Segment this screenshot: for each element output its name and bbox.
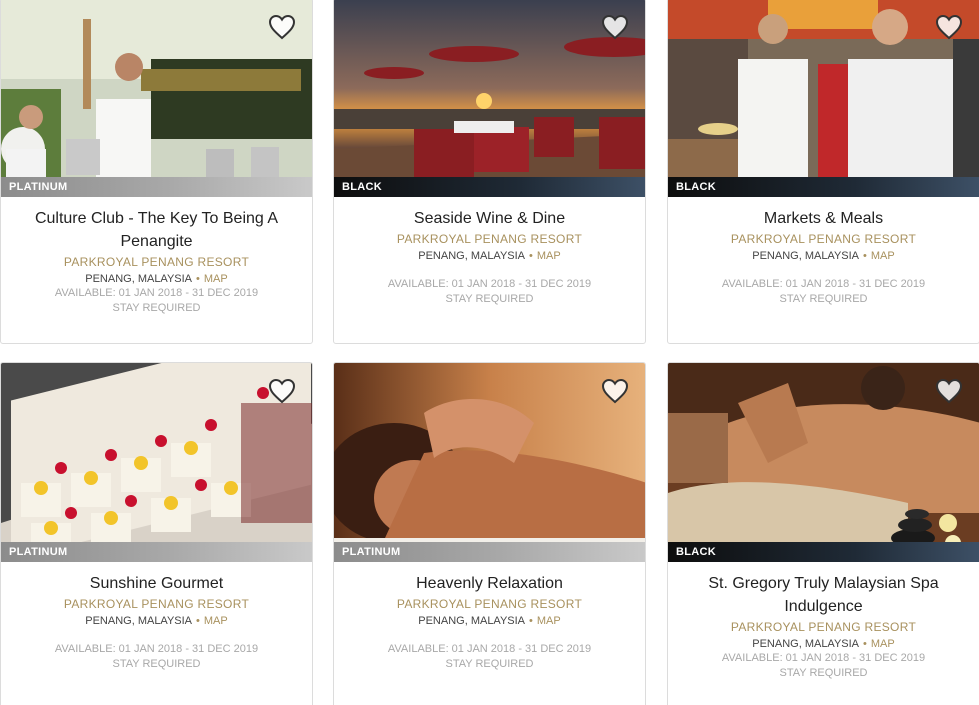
availability-text: AVAILABLE: 01 JAN 2018 - 31 DEC 2019 [387,643,592,655]
hotel-name: PARKROYAL PENANG RESORT [396,597,583,611]
stay-requirement: STAY REQUIRED [112,302,201,314]
sunset-dining-photo [334,0,645,197]
dessert-cakes-photo [1,363,312,562]
stay-requirement: STAY REQUIRED [779,293,868,305]
experience-card[interactable]: PLATINUM Heavenly Relaxation PARKROYAL P… [333,362,646,705]
card-photo[interactable]: PLATINUM [1,0,312,197]
availability-text: AVAILABLE: 01 JAN 2018 - 31 DEC 2019 [721,278,926,290]
tier-badge: PLATINUM [334,542,645,562]
tier-badge: BLACK [334,177,645,197]
location-line: PENANG, MALAYSIA • MAP [11,614,302,628]
separator-dot-icon: • [196,273,200,285]
experience-card[interactable]: BLACK Seaside Wine & Dine PARKROYAL PENA… [333,0,646,344]
availability-text: AVAILABLE: 01 JAN 2018 - 31 DEC 2019 [54,643,259,655]
favorite-heart-icon[interactable] [601,378,629,404]
separator-dot-icon: • [196,615,200,627]
experience-title[interactable]: Markets & Meals [678,207,969,230]
map-link[interactable]: MAP [537,250,561,262]
separator-dot-icon: • [863,638,867,650]
location-line: PENANG, MALAYSIA • MAP [344,614,635,628]
massage-photo [334,363,645,562]
map-link[interactable]: MAP [204,273,228,285]
card-photo[interactable]: BLACK [668,363,979,562]
map-link[interactable]: MAP [871,638,895,650]
location-line: PENANG, MALAYSIA • MAP [678,249,969,263]
hotel-name: PARKROYAL PENANG RESORT [63,597,250,611]
stay-requirement: STAY REQUIRED [445,293,534,305]
experience-title[interactable]: Seaside Wine & Dine [344,207,635,230]
card-photo[interactable]: BLACK [334,0,645,197]
card-photo[interactable]: PLATINUM [334,363,645,562]
favorite-heart-icon[interactable] [601,14,629,40]
tier-badge: BLACK [668,177,979,197]
experience-card[interactable]: BLACK Markets & Meals PARKROYAL PENANG R… [667,0,979,344]
stay-requirement: STAY REQUIRED [445,658,534,670]
tier-badge: PLATINUM [1,542,312,562]
favorite-heart-icon[interactable] [935,14,963,40]
availability-text: AVAILABLE: 01 JAN 2018 - 31 DEC 2019 [54,287,259,299]
hotel-name: PARKROYAL PENANG RESORT [730,620,917,634]
location-text: PENANG, MALAYSIA [418,250,526,262]
hotel-name: PARKROYAL PENANG RESORT [63,255,250,269]
hotel-name: PARKROYAL PENANG RESORT [396,232,583,246]
separator-dot-icon: • [529,250,533,262]
favorite-heart-icon[interactable] [268,378,296,404]
location-line: PENANG, MALAYSIA • MAP [344,249,635,263]
location-line: PENANG, MALAYSIA • MAP [11,272,302,286]
chef-pouring-tea-photo [1,0,312,197]
favorite-heart-icon[interactable] [268,14,296,40]
experience-card[interactable]: PLATINUM Sunshine Gourmet PARKROYAL PENA… [0,362,313,705]
stay-requirement: STAY REQUIRED [779,667,868,679]
separator-dot-icon: • [529,615,533,627]
tier-badge: BLACK [668,542,979,562]
experience-card[interactable]: BLACK St. Gregory Truly Malaysian Spa In… [667,362,979,705]
hotel-name: PARKROYAL PENANG RESORT [730,232,917,246]
location-line: PENANG, MALAYSIA • MAP [678,637,969,651]
separator-dot-icon: • [863,250,867,262]
market-chefs-photo [668,0,979,197]
experience-title[interactable]: St. Gregory Truly Malaysian Spa Indulgen… [678,572,969,618]
map-link[interactable]: MAP [537,615,561,627]
experience-title[interactable]: Culture Club - The Key To Being A Penang… [11,207,302,253]
spa-back-massage-photo [668,363,979,562]
experience-card[interactable]: PLATINUM Culture Club - The Key To Being… [0,0,313,344]
availability-text: AVAILABLE: 01 JAN 2018 - 31 DEC 2019 [721,652,926,664]
map-link[interactable]: MAP [204,615,228,627]
location-text: PENANG, MALAYSIA [85,615,193,627]
card-photo[interactable]: PLATINUM [1,363,312,562]
tier-badge: PLATINUM [1,177,312,197]
experience-title[interactable]: Heavenly Relaxation [344,572,635,595]
location-text: PENANG, MALAYSIA [752,250,860,262]
experience-title[interactable]: Sunshine Gourmet [11,572,302,595]
location-text: PENANG, MALAYSIA [85,273,193,285]
location-text: PENANG, MALAYSIA [418,615,526,627]
map-link[interactable]: MAP [871,250,895,262]
card-photo[interactable]: BLACK [668,0,979,197]
favorite-heart-icon[interactable] [935,378,963,404]
availability-text: AVAILABLE: 01 JAN 2018 - 31 DEC 2019 [387,278,592,290]
location-text: PENANG, MALAYSIA [752,638,860,650]
stay-requirement: STAY REQUIRED [112,658,201,670]
